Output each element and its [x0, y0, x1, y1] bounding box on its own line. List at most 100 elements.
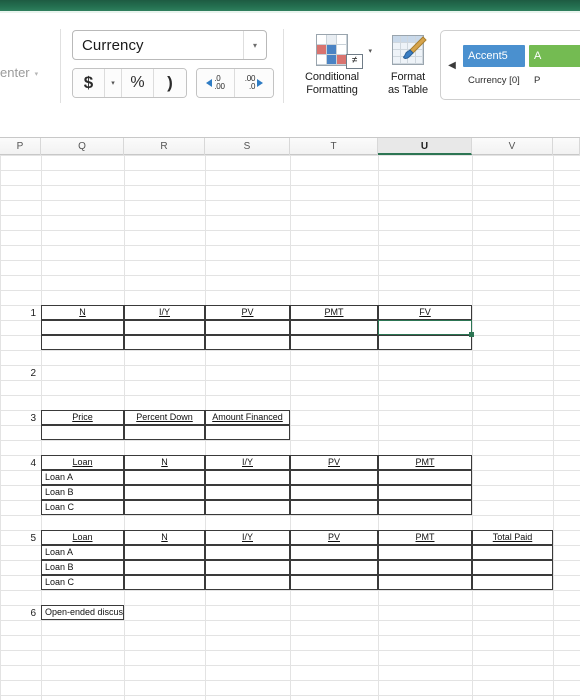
tvm-table-header-cell[interactable]: PMT — [290, 305, 378, 320]
loan-total-paid-table-input-cell[interactable] — [205, 575, 290, 590]
loan-total-paid-table-label-cell[interactable]: Loan A — [41, 545, 124, 560]
tvm-table-input-cell[interactable] — [124, 320, 205, 335]
merge-and-center-button[interactable]: enter ▾ — [0, 65, 38, 80]
price-table-header-cell[interactable]: Price — [41, 410, 124, 425]
price-table-input-cell[interactable] — [205, 425, 290, 440]
loan-compare-table-label-cell[interactable]: Loan C — [41, 500, 124, 515]
loan-total-paid-table-input-cell[interactable] — [290, 545, 378, 560]
column-header-u[interactable]: U — [378, 138, 472, 155]
fill-handle[interactable] — [469, 332, 474, 337]
loan-compare-table-header-cell[interactable]: Loan — [41, 455, 124, 470]
loan-compare-table-input-cell[interactable] — [124, 470, 205, 485]
gallery-previous-arrow-icon[interactable]: ◀ — [441, 60, 463, 71]
column-header-t[interactable]: T — [290, 138, 378, 155]
loan-compare-table-input-cell[interactable] — [124, 500, 205, 515]
format-as-table-button[interactable]: ▾ Format as Table — [372, 29, 448, 97]
tvm-table-input-cell[interactable] — [124, 335, 205, 350]
loan-total-paid-table-header-cell[interactable]: I/Y — [205, 530, 290, 545]
loan-total-paid-table-input-cell[interactable] — [205, 545, 290, 560]
column-header-r[interactable]: R — [124, 138, 205, 155]
column-header-s[interactable]: S — [205, 138, 290, 155]
percent-style-button[interactable]: % — [122, 69, 154, 97]
cell-style-currency0-name: Currency [0] — [468, 74, 520, 86]
loan-compare-table-input-cell[interactable] — [205, 470, 290, 485]
column-header-p[interactable]: P — [0, 138, 41, 155]
loan-compare-table-input-cell[interactable] — [378, 500, 472, 515]
tvm-table-input-cell[interactable] — [205, 335, 290, 350]
tvm-table-header-cell[interactable]: N — [41, 305, 124, 320]
discussion-table-label-cell[interactable]: Open-ended discussion. — [41, 605, 124, 620]
loan-compare-table-input-cell[interactable] — [124, 485, 205, 500]
column-header-blank[interactable] — [553, 138, 580, 155]
loan-total-paid-table-header-cell[interactable]: PMT — [378, 530, 472, 545]
loan-total-paid-table-input-cell[interactable] — [472, 545, 553, 560]
cell-style-next[interactable]: A P — [529, 44, 580, 86]
loan-total-paid-table-input-cell[interactable] — [205, 560, 290, 575]
loan-compare-table-header-cell[interactable]: PV — [290, 455, 378, 470]
cell-style-accent5[interactable]: Accent5 Currency [0] — [463, 44, 525, 86]
tvm-table-input-cell[interactable] — [290, 335, 378, 350]
loan-compare-table-input-cell[interactable] — [290, 500, 378, 515]
loan-total-paid-table-header-cell[interactable]: PV — [290, 530, 378, 545]
loan-total-paid-table-input-cell[interactable] — [378, 575, 472, 590]
loan-total-paid-table-input-cell[interactable] — [378, 560, 472, 575]
decrease-decimal-button[interactable]: .00 .0 — [235, 69, 273, 97]
loan-total-paid-table-input-cell[interactable] — [124, 560, 205, 575]
accounting-number-format-button[interactable]: $ — [73, 69, 105, 97]
loan-compare-table-label-cell[interactable]: Loan A — [41, 470, 124, 485]
table-header-text: Percent Down — [136, 412, 193, 422]
tvm-table-header-cell[interactable]: I/Y — [124, 305, 205, 320]
tvm-table-input-cell[interactable] — [378, 320, 472, 335]
loan-compare-table-input-cell[interactable] — [205, 485, 290, 500]
tvm-table-input-cell[interactable] — [41, 335, 124, 350]
column-header-q[interactable]: Q — [41, 138, 124, 155]
table-header-text: FV — [419, 307, 431, 317]
price-table-input-cell[interactable] — [41, 425, 124, 440]
accounting-number-format-caret-icon[interactable]: ▾ — [105, 69, 122, 97]
loan-compare-table-input-cell[interactable] — [378, 470, 472, 485]
loan-total-paid-table-header-cell[interactable]: Total Paid — [472, 530, 553, 545]
loan-total-paid-table-header-cell[interactable]: N — [124, 530, 205, 545]
tvm-table-input-cell[interactable] — [205, 320, 290, 335]
column-header-v[interactable]: V — [472, 138, 553, 155]
loan-total-paid-table-input-cell[interactable] — [290, 560, 378, 575]
chevron-down-icon[interactable]: ▾ — [243, 31, 266, 59]
tvm-table-input-cell[interactable] — [41, 320, 124, 335]
loan-total-paid-table-input-cell[interactable] — [124, 575, 205, 590]
loan-total-paid-table-label-cell[interactable]: Loan B — [41, 560, 124, 575]
loan-total-paid-table-input-cell[interactable] — [472, 575, 553, 590]
loan-total-paid-table-label-cell[interactable]: Loan C — [41, 575, 124, 590]
tvm-table-input-cell[interactable] — [378, 335, 472, 350]
table-header-text: PMT — [415, 532, 435, 542]
tvm-table-header-cell[interactable]: PV — [205, 305, 290, 320]
grid-layer[interactable]: 1 2 3 4 5 6 N I/Y PV PMT FV Price Percent Down Amount… — [0, 155, 580, 700]
loan-total-paid-table-input-cell[interactable] — [290, 575, 378, 590]
row-label-1: 1 — [30, 308, 36, 319]
conditional-formatting-grid-icon — [316, 34, 348, 66]
price-table-input-cell[interactable] — [124, 425, 205, 440]
loan-compare-table-header-cell[interactable]: I/Y — [205, 455, 290, 470]
loan-compare-table-input-cell[interactable] — [205, 500, 290, 515]
loan-compare-table-input-cell[interactable] — [290, 485, 378, 500]
increase-decimal-button[interactable]: .0 .00 — [197, 69, 235, 97]
spreadsheet[interactable]: PQRSTUV 1 2 3 4 5 6 N I/Y PV PMT FV Price Percent Do… — [0, 118, 580, 700]
cell-styles-gallery[interactable]: ◀ Accent5 Currency [0] A P — [440, 30, 580, 100]
loan-total-paid-table-header-cell[interactable]: Loan — [41, 530, 124, 545]
loan-compare-table-input-cell[interactable] — [290, 470, 378, 485]
loan-compare-table-header-cell[interactable]: PMT — [378, 455, 472, 470]
number-format-select[interactable]: Currency ▾ — [72, 30, 267, 60]
chevron-down-icon[interactable]: ▾ — [35, 70, 39, 78]
loan-compare-table-header-cell[interactable]: N — [124, 455, 205, 470]
price-table-header-cell[interactable]: Amount Financed — [205, 410, 290, 425]
conditional-formatting-button[interactable]: ≠ ▾ Conditional Formatting — [296, 29, 372, 97]
tvm-table-header-cell[interactable]: FV — [378, 305, 472, 320]
price-table-header-cell[interactable]: Percent Down — [124, 410, 205, 425]
loan-compare-table-input-cell[interactable] — [378, 485, 472, 500]
loan-total-paid-table-input-cell[interactable] — [378, 545, 472, 560]
loan-compare-table-label-cell[interactable]: Loan B — [41, 485, 124, 500]
loan-total-paid-table-input-cell[interactable] — [472, 560, 553, 575]
tvm-table-input-cell[interactable] — [290, 320, 378, 335]
grid-column-line — [290, 155, 291, 700]
comma-style-button[interactable]: ) — [154, 69, 186, 97]
loan-total-paid-table-input-cell[interactable] — [124, 545, 205, 560]
